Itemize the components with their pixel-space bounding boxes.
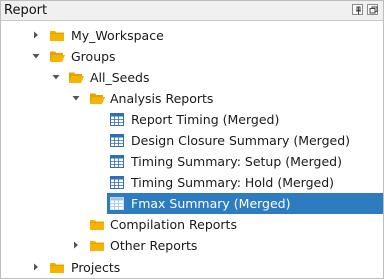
- folder-icon: [90, 241, 104, 251]
- tree-item-my-workspace[interactable]: My_Workspace: [1, 25, 383, 46]
- tree-item-all-seeds[interactable]: All_Seeds: [1, 67, 383, 88]
- report-table-icon: [110, 176, 124, 189]
- tree-item-label: Fmax Summary (Merged): [131, 196, 291, 211]
- folder-open-icon: [69, 72, 84, 83]
- chevron-down-icon[interactable]: [31, 51, 41, 61]
- folder-icon: [50, 263, 64, 273]
- chevron-right-icon[interactable]: [71, 240, 81, 250]
- report-table-icon: [110, 155, 124, 168]
- tree-item-label: Timing Summary: Setup (Merged): [131, 154, 342, 169]
- tree-item-label: Compilation Reports: [110, 217, 237, 232]
- chevron-right-icon[interactable]: [31, 30, 41, 40]
- tree-item-projects[interactable]: Projects: [1, 257, 383, 278]
- report-table-icon: [110, 113, 124, 126]
- tree-item-label: Design Closure Summary (Merged): [131, 133, 351, 148]
- tree-item-report-timing[interactable]: Report Timing (Merged): [1, 109, 383, 130]
- tree-item-label: Analysis Reports: [110, 91, 214, 106]
- panel-title: Report: [4, 3, 48, 18]
- chevron-right-icon[interactable]: [31, 262, 41, 272]
- report-table-icon: [110, 134, 124, 147]
- tree-item-fmax-summary[interactable]: Fmax Summary (Merged): [1, 193, 383, 214]
- tree-item-label: Groups: [71, 49, 116, 64]
- chevron-down-icon[interactable]: [51, 72, 61, 82]
- chevron-down-icon[interactable]: [71, 93, 81, 103]
- folder-open-icon: [90, 93, 105, 104]
- folder-icon: [90, 220, 104, 230]
- tree-item-timing-summary-setup[interactable]: Timing Summary: Setup (Merged): [1, 151, 383, 172]
- tree-item-label: Projects: [71, 260, 121, 275]
- tree-item-groups[interactable]: Groups: [1, 46, 383, 67]
- panel-header: Report: [1, 1, 383, 21]
- report-table-icon: [110, 197, 124, 210]
- restore-window-icon[interactable]: [367, 4, 378, 15]
- pin-icon[interactable]: [352, 4, 363, 15]
- tree-item-analysis-reports[interactable]: Analysis Reports: [1, 88, 383, 109]
- tree-item-label: My_Workspace: [71, 28, 164, 43]
- folder-open-icon: [50, 51, 65, 62]
- tree-item-label: Report Timing (Merged): [131, 112, 280, 127]
- tree-item-compilation-reports[interactable]: Compilation Reports: [1, 214, 383, 235]
- tree-item-design-closure-summary[interactable]: Design Closure Summary (Merged): [1, 130, 383, 151]
- tree-item-label: Timing Summary: Hold (Merged): [131, 175, 335, 190]
- tree-item-timing-summary-hold[interactable]: Timing Summary: Hold (Merged): [1, 172, 383, 193]
- folder-icon: [50, 31, 64, 41]
- tree-item-label: All_Seeds: [90, 70, 150, 85]
- tree-item-label: Other Reports: [110, 238, 198, 253]
- tree-item-other-reports[interactable]: Other Reports: [1, 235, 383, 256]
- report-panel: Report My_Workspace Groups All_Seeds Ana…: [0, 0, 384, 279]
